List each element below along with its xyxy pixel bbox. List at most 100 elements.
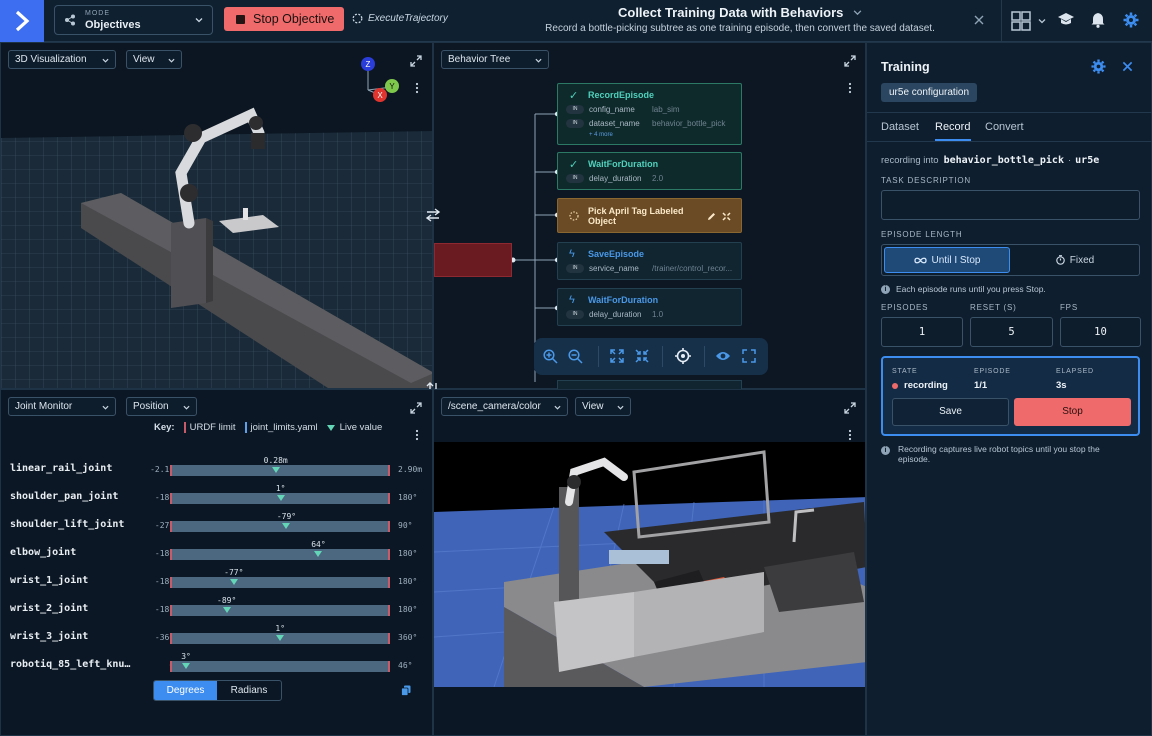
- graduation-cap-icon[interactable]: [1057, 12, 1075, 28]
- expand-icon[interactable]: [844, 402, 856, 414]
- viz-view-select[interactable]: View: [126, 50, 182, 69]
- node-param: IN service_name/trainer/control_recor...: [566, 264, 732, 273]
- bt-node-wait-for-duration-2[interactable]: ϟ WaitForDuration IN delay_duration 1.0: [557, 288, 742, 326]
- viz-view-value: View: [133, 54, 155, 65]
- reset-input[interactable]: [970, 317, 1053, 347]
- state-value-row: recording: [892, 380, 948, 391]
- close-icon[interactable]: [1122, 61, 1133, 72]
- joint-range-bar[interactable]: 3°: [170, 652, 390, 672]
- bt-node-wait-for-duration[interactable]: ✓ WaitForDuration IN delay_duration 2.0: [557, 152, 742, 190]
- config-badge[interactable]: ur5e configuration: [881, 83, 978, 102]
- fixed-button[interactable]: Fixed: [1012, 247, 1138, 273]
- stop-button[interactable]: Stop: [1014, 398, 1131, 426]
- save-button[interactable]: Save: [892, 398, 1009, 426]
- live-value-marker: [276, 635, 285, 641]
- more-vertical-icon[interactable]: [415, 429, 419, 441]
- gear-icon[interactable]: [1123, 12, 1139, 28]
- joint-range-bar[interactable]: 64°: [170, 540, 390, 560]
- more-vertical-icon[interactable]: [415, 82, 419, 94]
- chevron-down-icon[interactable]: [1038, 17, 1046, 25]
- y-axis-label: Y: [389, 82, 395, 91]
- viz-source-select[interactable]: 3D Visualization: [8, 50, 116, 69]
- fullscreen-icon[interactable]: [742, 349, 756, 363]
- collapse-all-icon[interactable]: [635, 349, 649, 363]
- chevron-down-icon[interactable]: [853, 8, 862, 17]
- camera-topic-select[interactable]: /scene_camera/color: [441, 397, 568, 416]
- swap-horizontal-icon[interactable]: [425, 208, 441, 222]
- joint-mode-select[interactable]: Position: [126, 397, 197, 416]
- bt-node-pick-april-tag[interactable]: Pick April Tag Labeled Object: [557, 198, 742, 233]
- tab-record[interactable]: Record: [935, 121, 970, 133]
- close-icon[interactable]: [973, 14, 985, 26]
- live-value-marker: [222, 607, 231, 613]
- joint-row: shoulder_lift_joint -270° -79° 90°: [10, 512, 425, 536]
- expand-icon[interactable]: [410, 402, 422, 414]
- bt-node-partial[interactable]: [557, 380, 742, 389]
- camera-view-select[interactable]: View: [575, 397, 631, 416]
- collapse-icon[interactable]: [722, 212, 731, 221]
- joint-range-bar[interactable]: -89°: [170, 596, 390, 616]
- stopwatch-icon: [1055, 255, 1065, 265]
- stop-objective-button[interactable]: Stop Objective: [224, 7, 344, 31]
- joint-max: 180°: [398, 493, 418, 502]
- bt-node-record-episode[interactable]: ✓ RecordEpisode IN config_name lab_sim IN d…: [557, 83, 742, 145]
- recording-dot-icon: [892, 382, 898, 389]
- joint-range-bar[interactable]: 0.28m: [170, 456, 390, 476]
- info-icon: i: [881, 446, 890, 455]
- tab-dataset[interactable]: Dataset: [881, 121, 919, 133]
- episode-length-label: EPISODE LENGTH: [881, 230, 963, 239]
- tab-convert[interactable]: Convert: [985, 121, 1024, 133]
- copy-icon[interactable]: [401, 685, 411, 696]
- app-logo[interactable]: [0, 0, 44, 42]
- layout-grid-icon[interactable]: [1011, 11, 1031, 31]
- chevron-down-icon: [554, 405, 561, 410]
- viz-panel[interactable]: 3D Visualization View Z Y X: [0, 42, 433, 389]
- pencil-icon[interactable]: [707, 212, 716, 221]
- bt-node-save-episode[interactable]: ϟ SaveEpisode IN service_name/trainer/con…: [557, 242, 742, 280]
- fps-input[interactable]: [1060, 317, 1141, 347]
- x-axis-label: X: [377, 91, 383, 100]
- task-description-input[interactable]: [881, 190, 1140, 220]
- zoom-out-icon[interactable]: [568, 349, 583, 364]
- bt-parent-node[interactable]: [434, 243, 512, 277]
- joint-name: shoulder_pan_joint: [10, 491, 119, 502]
- crosshair-icon[interactable]: [675, 348, 691, 364]
- joint-live-value: -79°: [276, 512, 297, 521]
- task-description-label: TASK DESCRIPTION: [881, 176, 971, 185]
- joint-max: 2.90m: [398, 465, 423, 474]
- until-stop-button[interactable]: Until I Stop: [884, 247, 1010, 273]
- joint-row: wrist_2_joint -180° -89° 180°: [10, 596, 425, 620]
- axis-gizmo[interactable]: Z Y X: [356, 55, 402, 105]
- joint-max: 180°: [398, 605, 418, 614]
- unit-radians-button[interactable]: Radians: [217, 681, 281, 700]
- eye-icon[interactable]: [715, 350, 731, 362]
- expand-all-icon[interactable]: [610, 349, 624, 363]
- joint-range-bar[interactable]: -79°: [170, 512, 390, 532]
- joint-range-bar[interactable]: 1°: [170, 624, 390, 644]
- share-nodes-icon: [65, 14, 75, 26]
- node-title: SaveEpisode: [588, 249, 645, 259]
- more-vertical-icon[interactable]: [848, 429, 852, 441]
- joint-row: linear_rail_joint -2.10m 0.28m 2.90m: [10, 456, 425, 480]
- live-value-marker: [182, 663, 191, 669]
- zoom-in-icon[interactable]: [543, 349, 558, 364]
- chevron-right-icon: [15, 10, 30, 32]
- expand-icon[interactable]: [410, 55, 422, 67]
- stop-objective-label: Stop Objective: [253, 12, 335, 26]
- gear-icon[interactable]: [1091, 59, 1106, 74]
- unit-degrees-button[interactable]: Degrees: [154, 681, 217, 700]
- joint-range-bar[interactable]: -77°: [170, 568, 390, 588]
- joint-range-bar[interactable]: 1°: [170, 484, 390, 504]
- recording-into-line: recording into behavior_bottle_pick · ur…: [881, 155, 1099, 166]
- more-params-link[interactable]: + 4 more: [589, 132, 613, 138]
- episodes-input[interactable]: [881, 317, 963, 347]
- camera-topic-value: /scene_camera/color: [448, 401, 541, 412]
- in-pin-badge: IN: [566, 310, 584, 319]
- mode-value: Objectives: [85, 19, 141, 31]
- mode-select[interactable]: MODE Objectives: [54, 5, 213, 35]
- live-value-marker: [229, 579, 238, 585]
- info-icon: i: [881, 284, 890, 294]
- joint-monitor-select[interactable]: Joint Monitor: [8, 397, 116, 416]
- bell-icon[interactable]: [1091, 12, 1105, 28]
- joint-live-value: 1°: [275, 624, 286, 633]
